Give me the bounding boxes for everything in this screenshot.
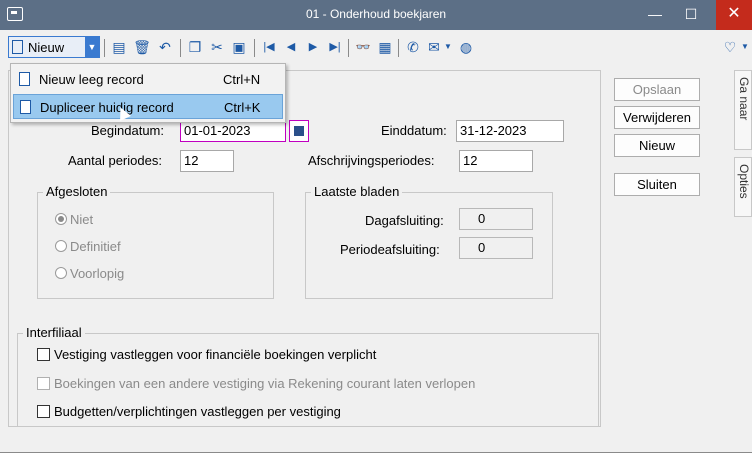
mail-dropdown-arrow[interactable]: ▼ <box>443 37 453 57</box>
checkbox-label: Vestiging vastleggen voor financiële boe… <box>54 347 377 362</box>
radio-selected-icon <box>55 213 67 225</box>
minimize-button[interactable]: — <box>640 0 670 30</box>
tab-ga-naar-label: Ga naar <box>737 77 751 121</box>
begindatum-input[interactable]: 01-01-2023 <box>180 120 286 142</box>
heart-icon[interactable]: ♡ <box>722 37 738 57</box>
copy-icon[interactable]: ❐ <box>186 37 204 57</box>
prev-icon[interactable]: ◀ <box>282 37 300 57</box>
checkbox-icon <box>37 405 50 418</box>
opslaan-button[interactable]: Opslaan <box>614 78 700 101</box>
radio-niet-label: Niet <box>70 212 94 227</box>
checkbox-budgetten[interactable]: Budgetten/verplichtingen vastleggen per … <box>37 404 341 419</box>
einddatum-input[interactable]: 31-12-2023 <box>456 120 564 142</box>
aantal-periodes-input[interactable]: 12 <box>180 150 234 172</box>
binoculars-icon[interactable]: 👓 <box>353 37 373 57</box>
tab-ga-naar[interactable]: Ga naar <box>734 70 752 150</box>
checkbox-icon <box>37 348 50 361</box>
toolbar-separator <box>104 39 105 57</box>
interfiliaal-title: Interfiliaal <box>23 325 85 340</box>
menu-item-shortcut: Ctrl+N <box>223 72 261 87</box>
duplicate-record-icon <box>20 100 31 114</box>
laatste-bladen-title: Laatste bladen <box>311 184 403 199</box>
checkbox-vestiging-verplicht[interactable]: Vestiging vastleggen voor financiële boe… <box>37 347 376 362</box>
radio-voorlopig[interactable]: Voorlopig <box>55 266 124 281</box>
nieuw-dropdown-arrow[interactable]: ▼ <box>85 37 99 57</box>
sluiten-button[interactable]: Sluiten <box>614 173 700 196</box>
nieuw-dropdown-menu: Nieuw leeg record Ctrl+N Dupliceer huidi… <box>10 63 286 123</box>
dagafsluiting-label: Dagafsluiting: <box>365 213 444 228</box>
phone-icon[interactable]: ✆ <box>404 37 422 57</box>
periodeafsluiting-value: 0 <box>459 237 533 259</box>
toolbar: Nieuw ▼ ▤ 🗑 ↶ ❐ ✂ ▣ |◀ ◀ ▶ ▶| 👓 ▦ ✆ ✉ ▼ … <box>0 30 752 62</box>
calendar-icon[interactable] <box>289 120 309 142</box>
heart-dropdown-arrow[interactable]: ▼ <box>740 37 750 57</box>
tab-opties-label: Opties <box>737 164 751 199</box>
aantal-periodes-label: Aantal periodes: <box>68 153 162 168</box>
radio-niet[interactable]: Niet <box>55 212 93 227</box>
verwijderen-button[interactable]: Verwijderen <box>614 106 700 129</box>
periodeafsluiting-label: Periodeafsluiting: <box>340 242 440 257</box>
radio-definitief-label: Definitief <box>70 239 121 254</box>
delete-icon[interactable]: 🗑 <box>133 37 151 57</box>
last-icon[interactable]: ▶| <box>326 37 344 57</box>
new-record-icon <box>19 72 30 86</box>
checkbox-label: Boekingen van een andere vestiging via R… <box>54 376 476 391</box>
radio-icon <box>55 240 67 252</box>
toolbar-separator <box>254 39 255 57</box>
globe-icon[interactable]: ◍ <box>457 37 475 57</box>
menu-item-label: Dupliceer huidig record <box>40 100 174 115</box>
nieuw-label: Nieuw <box>28 40 65 55</box>
menu-item-shortcut: Ctrl+K <box>224 100 261 115</box>
radio-voorlopig-label: Voorlopig <box>70 266 125 281</box>
einddatum-label: Einddatum: <box>381 123 447 138</box>
afschrijvingsperiodes-input[interactable]: 12 <box>459 150 533 172</box>
tab-opties[interactable]: Opties <box>734 157 752 217</box>
next-icon[interactable]: ▶ <box>304 37 322 57</box>
checkbox-label: Budgetten/verplichtingen vastleggen per … <box>54 404 341 419</box>
dagafsluiting-value: 0 <box>459 208 533 230</box>
toolbar-separator <box>398 39 399 57</box>
grid-icon[interactable]: ▦ <box>376 37 394 57</box>
toolbar-separator <box>348 39 349 57</box>
nieuw-side-button[interactable]: Nieuw <box>614 134 700 157</box>
afschrijvingsperiodes-label: Afschrijvingsperiodes: <box>308 153 435 168</box>
undo-icon[interactable]: ↶ <box>156 37 174 57</box>
mail-icon[interactable]: ✉ <box>425 37 443 57</box>
begindatum-label: Begindatum: <box>91 123 164 138</box>
save-icon[interactable]: ▤ <box>110 37 128 57</box>
paste-icon[interactable]: ▣ <box>230 37 248 57</box>
menu-item-label: Nieuw leeg record <box>39 72 144 87</box>
new-record-icon <box>12 40 23 54</box>
cut-icon[interactable]: ✂ <box>208 37 226 57</box>
menu-item-nieuw-leeg-record[interactable]: Nieuw leeg record Ctrl+N <box>13 67 283 92</box>
radio-definitief[interactable]: Definitief <box>55 239 121 254</box>
toolbar-separator <box>180 39 181 57</box>
title-bar: 01 - Onderhoud boekjaren — ☐ ✕ <box>0 0 752 30</box>
checkbox-icon <box>37 377 50 390</box>
maximize-button[interactable]: ☐ <box>676 0 706 30</box>
afgesloten-title: Afgesloten <box>43 184 111 199</box>
checkbox-rekening-courant: Boekingen van een andere vestiging via R… <box>37 376 475 391</box>
nieuw-button[interactable]: Nieuw ▼ <box>8 36 100 58</box>
menu-item-dupliceer-huidig-record[interactable]: Dupliceer huidig record Ctrl+K <box>13 94 283 119</box>
close-button[interactable]: ✕ <box>716 0 752 30</box>
radio-icon <box>55 267 67 279</box>
first-icon[interactable]: |◀ <box>260 37 278 57</box>
